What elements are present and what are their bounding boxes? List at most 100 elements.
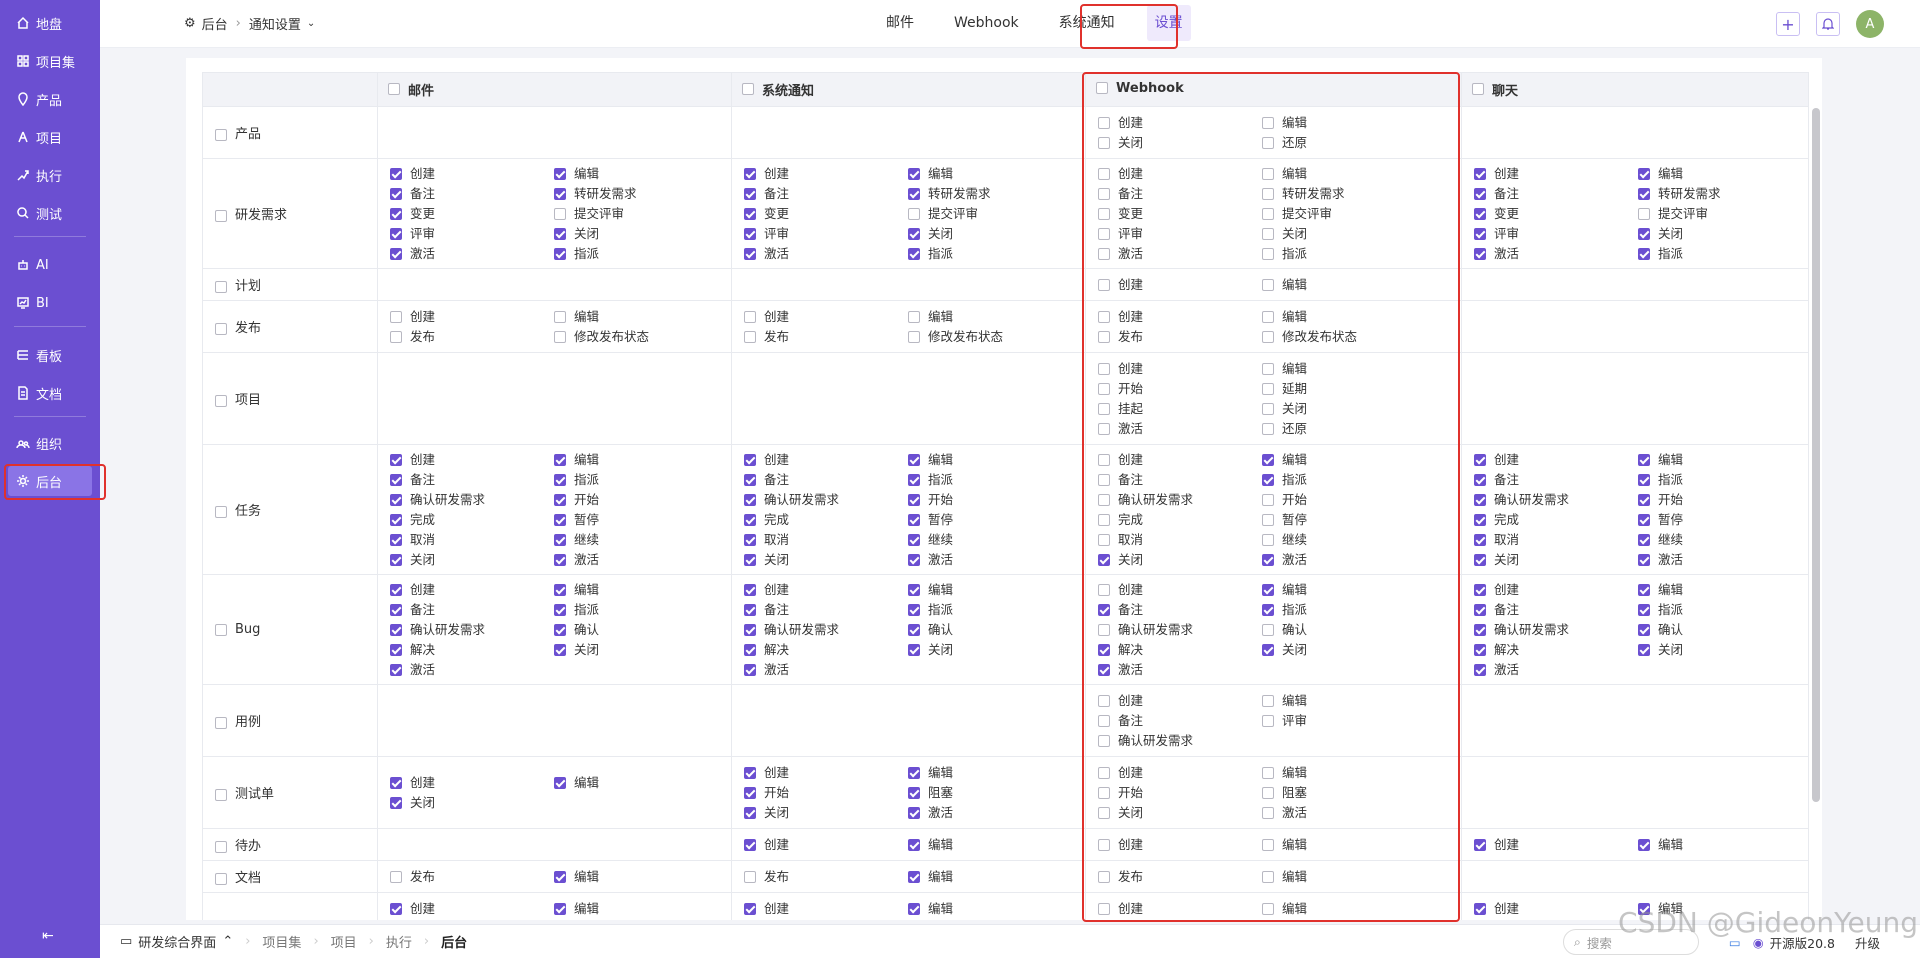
option-item[interactable]: 编辑 (554, 901, 718, 917)
option-item[interactable]: 转研发需求 (908, 186, 1072, 202)
option-item[interactable]: 继续 (554, 532, 718, 548)
option-item[interactable]: 备注 (744, 186, 908, 202)
option-item[interactable]: 激活 (1098, 246, 1262, 262)
option-checkbox[interactable] (1638, 247, 1650, 260)
option-item[interactable]: 发布 (390, 869, 554, 885)
vertical-scrollbar[interactable] (1812, 108, 1820, 802)
option-item[interactable]: 关闭 (1098, 135, 1262, 151)
option-checkbox[interactable] (1262, 902, 1274, 915)
option-checkbox[interactable] (1098, 583, 1110, 596)
option-item[interactable]: 编辑 (908, 869, 1072, 885)
option-checkbox[interactable] (1098, 694, 1110, 707)
option-checkbox[interactable] (1638, 603, 1650, 616)
option-checkbox[interactable] (908, 493, 920, 506)
option-checkbox[interactable] (554, 623, 566, 636)
option-item[interactable]: 确认 (908, 622, 1072, 638)
option-item[interactable]: 变更 (390, 206, 554, 222)
breadcrumb-current[interactable]: 通知设置 (249, 14, 301, 33)
option-item[interactable]: 创建 (744, 582, 908, 598)
option-checkbox[interactable] (390, 902, 402, 915)
option-checkbox[interactable] (390, 553, 402, 566)
option-checkbox[interactable] (1262, 838, 1274, 851)
option-checkbox[interactable] (1098, 422, 1110, 435)
option-item[interactable]: 取消 (744, 532, 908, 548)
option-checkbox[interactable] (1098, 663, 1110, 676)
option-checkbox[interactable] (1474, 663, 1486, 676)
option-checkbox[interactable] (1474, 643, 1486, 656)
option-item[interactable]: 指派 (1262, 246, 1426, 262)
option-checkbox[interactable] (554, 513, 566, 526)
option-checkbox[interactable] (908, 227, 920, 240)
option-checkbox[interactable] (390, 623, 402, 636)
option-checkbox[interactable] (554, 603, 566, 616)
module-checkbox[interactable] (215, 209, 227, 222)
option-item[interactable]: 编辑 (1262, 901, 1426, 917)
option-item[interactable]: 发布 (744, 329, 908, 345)
option-item[interactable]: 创建 (1098, 277, 1262, 293)
option-checkbox[interactable] (1098, 310, 1110, 323)
option-checkbox[interactable] (908, 870, 920, 883)
option-item[interactable]: 关闭 (554, 226, 718, 242)
option-item[interactable]: 发布 (1098, 329, 1262, 345)
option-item[interactable]: 激活 (744, 246, 908, 262)
module-checkbox[interactable] (215, 128, 227, 141)
option-item[interactable]: 创建 (744, 166, 908, 182)
option-item[interactable]: 指派 (554, 472, 718, 488)
option-checkbox[interactable] (1262, 533, 1274, 546)
option-item[interactable]: 指派 (1638, 246, 1802, 262)
option-checkbox[interactable] (908, 473, 920, 486)
option-checkbox[interactable] (1098, 786, 1110, 799)
option-checkbox[interactable] (1098, 870, 1110, 883)
option-checkbox[interactable] (1098, 116, 1110, 129)
option-checkbox[interactable] (390, 207, 402, 220)
option-item[interactable]: 创建 (1098, 901, 1262, 917)
option-checkbox[interactable] (554, 187, 566, 200)
option-checkbox[interactable] (390, 247, 402, 260)
option-item[interactable]: 编辑 (554, 582, 718, 598)
option-item[interactable]: 评审 (744, 226, 908, 242)
option-checkbox[interactable] (744, 806, 756, 819)
option-item[interactable]: 备注 (1474, 472, 1638, 488)
option-item[interactable]: 关闭 (1262, 401, 1426, 417)
option-checkbox[interactable] (390, 776, 402, 789)
select-all-checkbox[interactable] (1096, 82, 1108, 95)
option-checkbox[interactable] (1098, 187, 1110, 200)
option-checkbox[interactable] (1098, 402, 1110, 415)
option-checkbox[interactable] (1474, 623, 1486, 636)
option-checkbox[interactable] (744, 513, 756, 526)
sidebar-item-11[interactable]: 后台 (8, 466, 92, 496)
option-item[interactable]: 转研发需求 (1262, 186, 1426, 202)
option-checkbox[interactable] (554, 776, 566, 789)
option-item[interactable]: 编辑 (554, 309, 718, 325)
option-checkbox[interactable] (1098, 473, 1110, 486)
option-checkbox[interactable] (390, 187, 402, 200)
option-checkbox[interactable] (1262, 870, 1274, 883)
option-item[interactable]: 编辑 (1262, 309, 1426, 325)
option-checkbox[interactable] (390, 533, 402, 546)
option-item[interactable]: 确认研发需求 (390, 622, 554, 638)
option-checkbox[interactable] (1474, 493, 1486, 506)
option-checkbox[interactable] (1262, 766, 1274, 779)
module-checkbox[interactable] (215, 394, 227, 407)
option-item[interactable]: 创建 (744, 901, 908, 917)
option-checkbox[interactable] (554, 533, 566, 546)
option-item[interactable]: 发布 (1098, 869, 1262, 885)
option-item[interactable]: 变更 (744, 206, 908, 222)
option-checkbox[interactable] (1098, 382, 1110, 395)
option-item[interactable]: 指派 (1638, 472, 1802, 488)
option-checkbox[interactable] (390, 167, 402, 180)
option-item[interactable]: 关闭 (554, 642, 718, 658)
option-item[interactable]: 提交评审 (908, 206, 1072, 222)
option-item[interactable]: 提交评审 (1638, 206, 1802, 222)
avatar[interactable]: A (1856, 10, 1884, 38)
option-item[interactable]: 编辑 (1262, 166, 1426, 182)
option-checkbox[interactable] (1098, 603, 1110, 616)
option-item[interactable]: 关闭 (1474, 552, 1638, 568)
option-checkbox[interactable] (908, 643, 920, 656)
option-item[interactable]: 开始 (1098, 785, 1262, 801)
option-item[interactable]: 关闭 (1262, 226, 1426, 242)
option-item[interactable]: 编辑 (1262, 115, 1426, 131)
breadcrumb-root[interactable]: 后台 (202, 14, 228, 33)
option-item[interactable]: 暂停 (908, 512, 1072, 528)
option-item[interactable]: 备注 (390, 186, 554, 202)
